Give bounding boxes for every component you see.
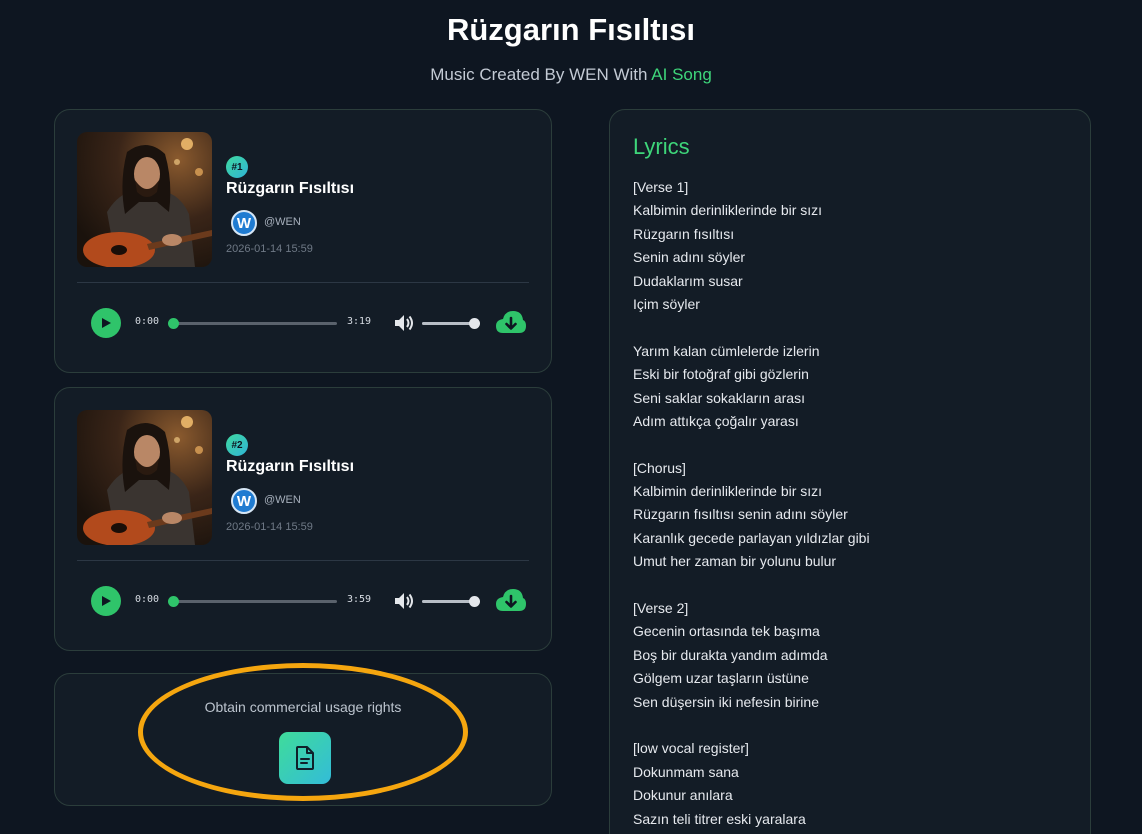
volume-slider[interactable]	[422, 318, 480, 329]
song-title: Rüzgarın Fısıltısı	[226, 458, 355, 475]
ai-song-link[interactable]: AI Song	[651, 65, 712, 84]
seek-handle[interactable]	[168, 596, 179, 607]
page-title: Rüzgarın Fısıltısı	[446, 12, 696, 47]
volume-fill	[422, 322, 474, 325]
audio-player: 0:00 3:19	[91, 308, 531, 338]
play-icon	[102, 596, 111, 606]
lyric-spacer	[633, 433, 1073, 456]
current-time: 0:00	[135, 594, 160, 605]
page-subtitle: Music Created By WEN With AI Song	[0, 65, 1142, 85]
lyric-line: Yarım kalan cümlelerde izlerin	[633, 342, 820, 359]
volume-fill	[422, 600, 474, 603]
divider	[77, 560, 529, 561]
lyric-line: Dokunur anılara	[633, 787, 733, 804]
lyric-line: Kalbimin derinliklerinde bir sızı	[633, 483, 823, 500]
lyric-line: [low vocal register]	[633, 740, 749, 757]
lyric-spacer	[633, 574, 1073, 597]
document-icon	[296, 746, 314, 770]
lyrics-heading: Lyrics	[633, 134, 690, 159]
lyric-line: Dokunmam sana	[633, 763, 739, 780]
lyric-line: Adım attıkça çoğalır yarası	[633, 412, 799, 429]
song-date: 2026-01-14 15:59	[226, 243, 313, 255]
commercial-rights-button[interactable]	[279, 732, 331, 784]
lyric-line: Sazın teli titrer eski yaralara	[633, 810, 806, 827]
lyric-line: Rüzgarın fısıltısı senin adını söyler	[633, 506, 848, 523]
lyric-line: Seni saklar sokakların arası	[633, 389, 805, 406]
cloud-download-icon[interactable]	[495, 587, 527, 615]
volume-handle[interactable]	[469, 596, 480, 607]
total-time: 3:59	[347, 594, 372, 605]
seek-handle[interactable]	[168, 318, 179, 329]
lyric-line: Gölgem uzar taşların üstüne	[633, 670, 809, 687]
lyric-line: Rüzgarın fısıltısı	[633, 225, 735, 242]
lyric-line: Sen düşersin iki nefesin birine	[633, 693, 819, 710]
lyric-line: [Verse 1]	[633, 179, 689, 195]
author-handle[interactable]: @WEN	[264, 494, 301, 506]
lyric-spacer	[633, 316, 1073, 339]
album-cover-image[interactable]	[77, 132, 212, 267]
lyric-line: [Verse 2]	[633, 600, 689, 617]
rank-badge: #2	[226, 434, 248, 456]
play-icon	[102, 318, 111, 328]
lyric-line: Dudaklarım susar	[633, 272, 743, 289]
song-card-1: #1 Rüzgarın Fısıltısı W @WEN 2026-01-14 …	[54, 109, 552, 373]
lyric-line: Umut her zaman bir yolunu bulur	[633, 553, 837, 570]
lyric-line: Kalbimin derinliklerinde bir sızı	[633, 202, 823, 219]
lyric-line: Senin adını söyler	[633, 249, 746, 266]
album-cover-image[interactable]	[77, 410, 212, 545]
lyric-line: Içim söyler	[633, 295, 700, 312]
volume-icon[interactable]	[393, 313, 415, 333]
audio-player: 0:00 3:59	[91, 586, 531, 616]
avatar[interactable]: W	[231, 210, 257, 236]
cloud-download-icon[interactable]	[495, 309, 527, 337]
song-date: 2026-01-14 15:59	[226, 521, 313, 533]
rank-badge: #1	[226, 156, 248, 178]
lyric-spacer	[633, 714, 1073, 737]
lyric-line: Boş bir durakta yandım adımda	[633, 646, 828, 663]
lyric-line: Karanlık gecede parlayan yıldızlar gibi	[633, 529, 870, 546]
song-title: Rüzgarın Fısıltısı	[226, 180, 355, 197]
commercial-rights-label: Obtain commercial usage rights	[204, 699, 402, 715]
lyric-line: [Chorus]	[633, 459, 686, 476]
avatar[interactable]: W	[231, 488, 257, 514]
volume-handle[interactable]	[469, 318, 480, 329]
lyric-line: Eski bir fotoğraf gibi gözlerin	[633, 366, 809, 383]
volume-slider[interactable]	[422, 596, 480, 607]
lyrics-body: [Verse 1] Kalbimin derinliklerinde bir sı…	[633, 176, 1073, 831]
commercial-rights-card: Obtain commercial usage rights	[54, 673, 552, 806]
seek-bar[interactable]	[168, 596, 337, 607]
play-button[interactable]	[91, 586, 121, 616]
play-button[interactable]	[91, 308, 121, 338]
lyrics-card: Lyrics [Verse 1] Kalbimin derinliklerinde…	[609, 109, 1091, 834]
current-time: 0:00	[135, 316, 160, 327]
divider	[77, 282, 529, 283]
subtitle-text: Music Created By WEN With	[430, 65, 652, 84]
author-handle[interactable]: @WEN	[264, 216, 301, 228]
total-time: 3:19	[347, 316, 372, 327]
volume-icon[interactable]	[393, 591, 415, 611]
lyric-line: Gecenin ortasında tek başıma	[633, 623, 820, 640]
seek-bar[interactable]	[168, 318, 337, 329]
song-card-2: #2 Rüzgarın Fısıltısı W @WEN 2026-01-14 …	[54, 387, 552, 651]
